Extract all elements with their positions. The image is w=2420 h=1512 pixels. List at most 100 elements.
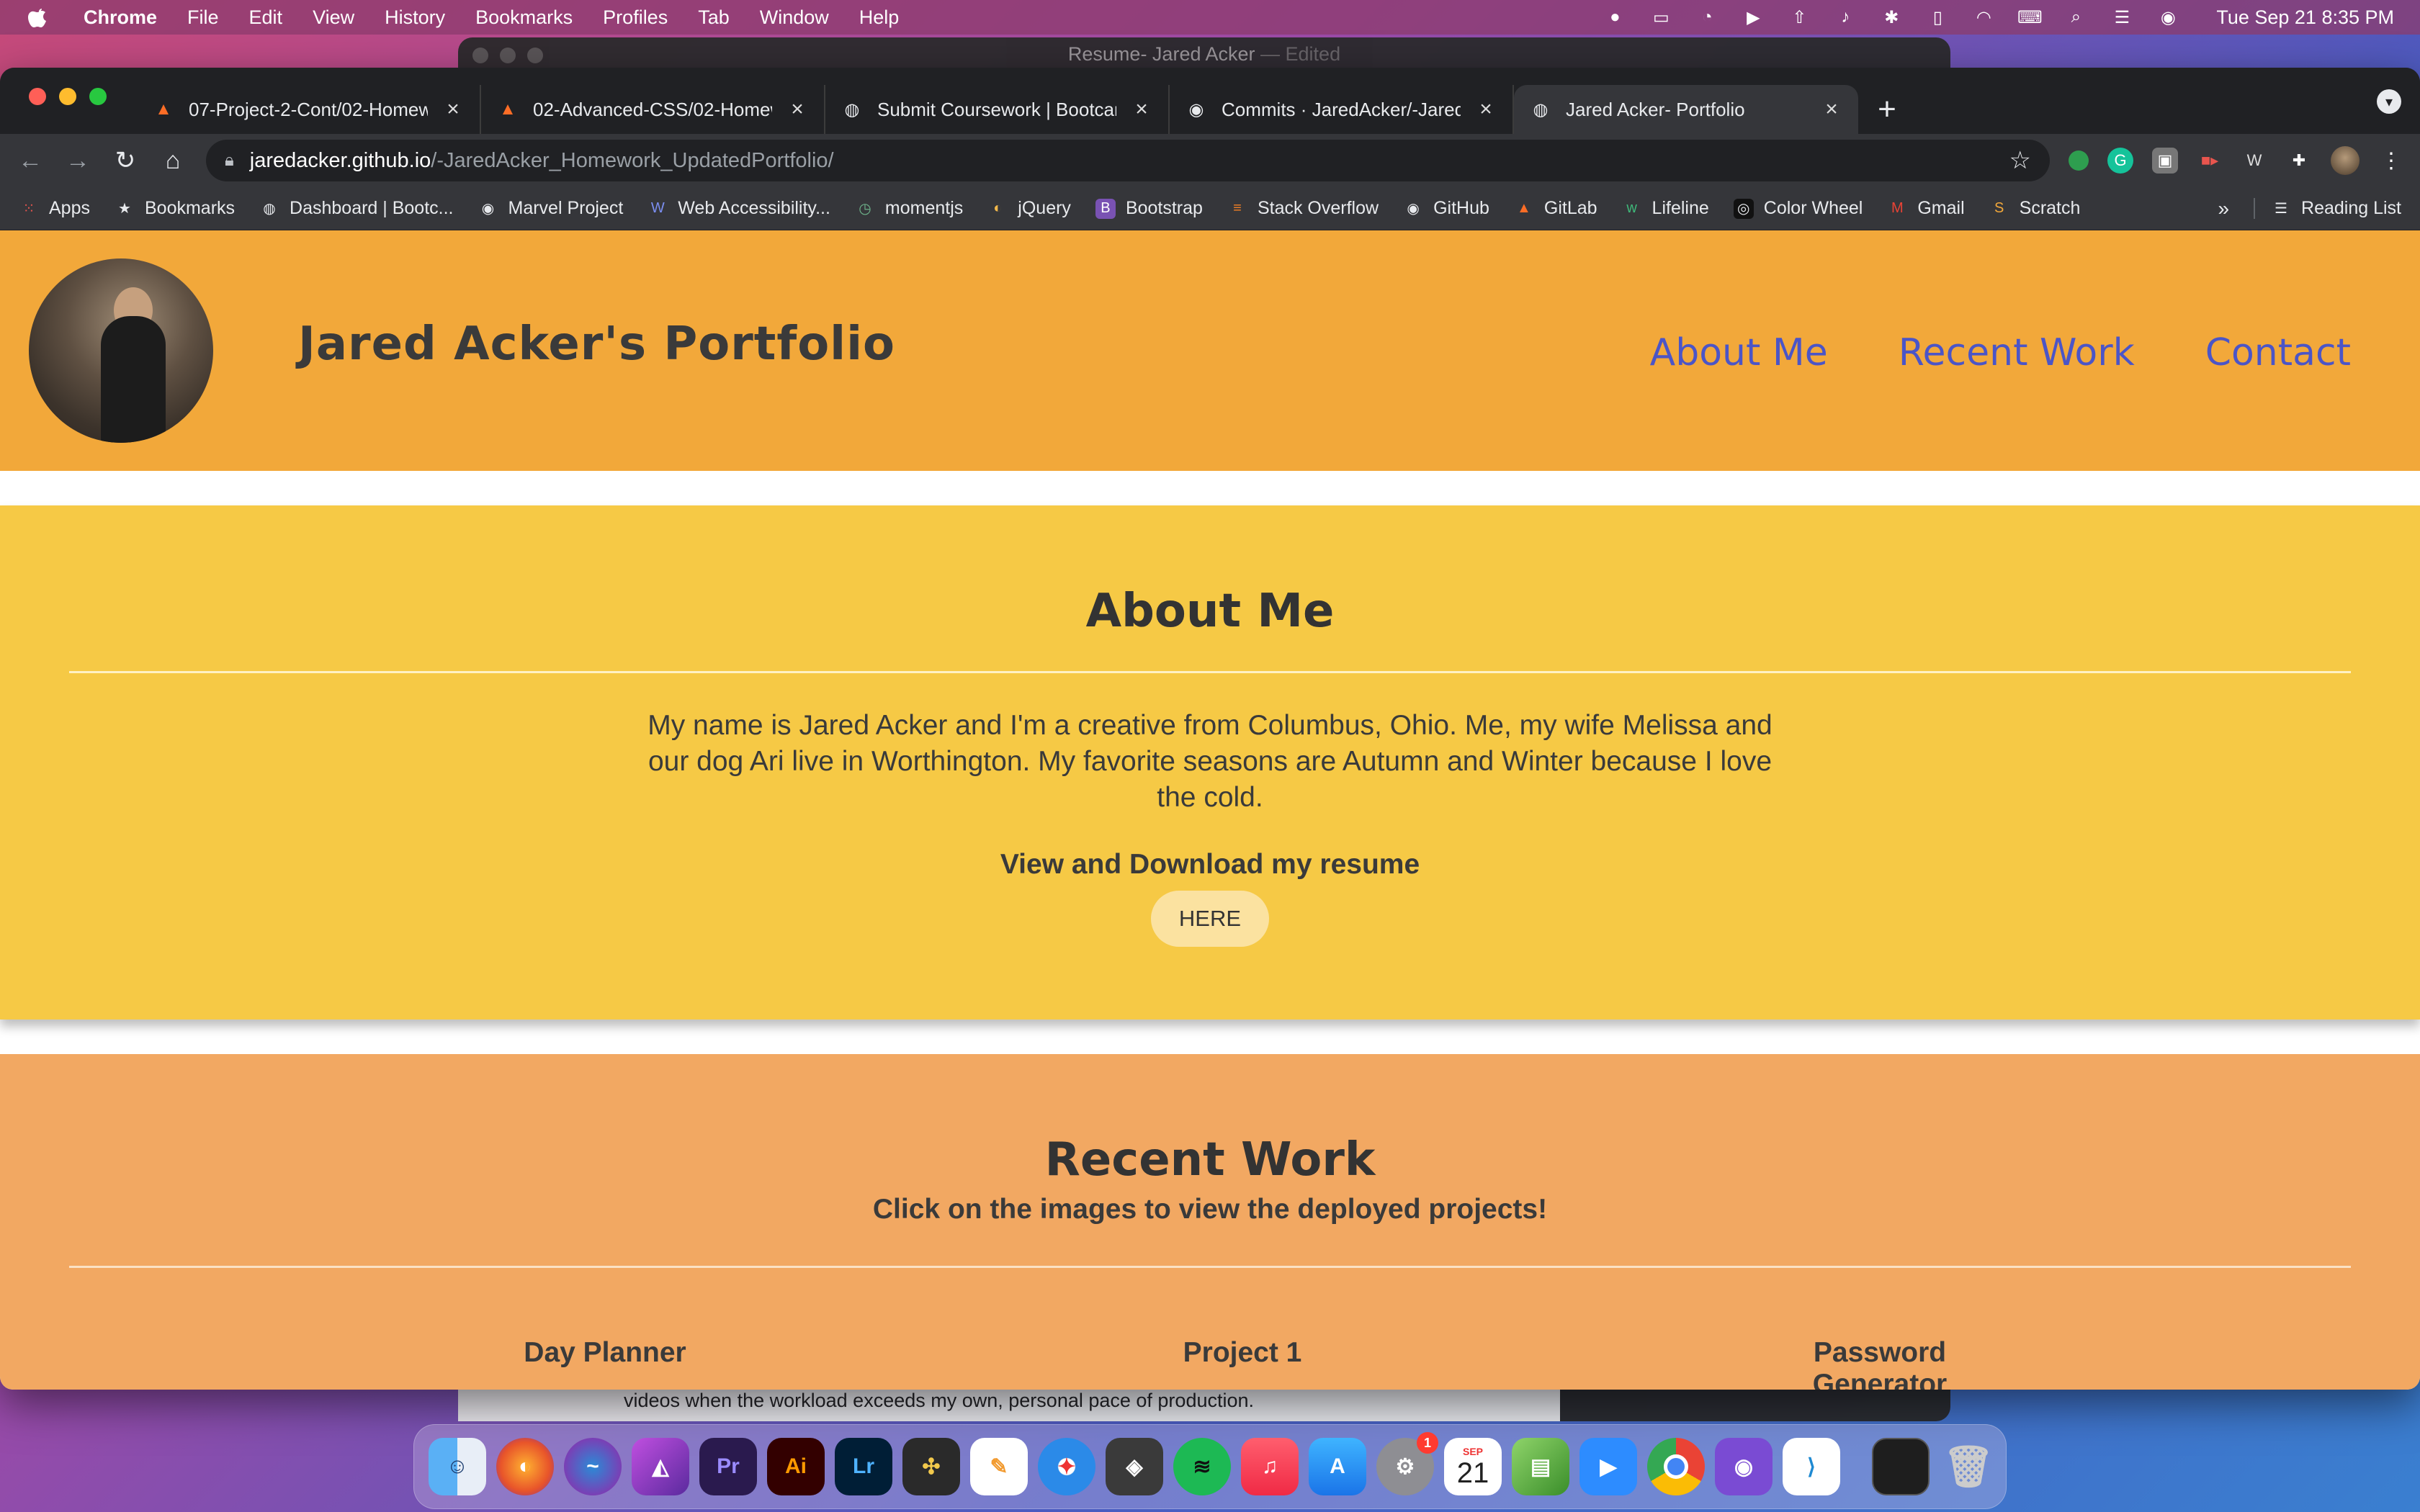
background-window-titlebar[interactable]: Resume- Jared Acker — Edited xyxy=(458,37,1950,71)
bookmark-apps[interactable]: ⁙ Apps xyxy=(19,198,90,219)
wifi-icon[interactable]: ◠ xyxy=(1971,7,1996,27)
siri-icon[interactable]: ◉ xyxy=(2156,7,2180,27)
apple-menu-icon[interactable] xyxy=(26,6,49,29)
project-day-planner-label[interactable]: Day Planner xyxy=(497,1337,713,1390)
page-viewport[interactable]: Jared Acker's Portfolio About Me Recent … xyxy=(0,230,2420,1390)
home-icon[interactable]: ⌂ xyxy=(158,146,187,175)
puzzle-extensions-icon[interactable]: ✚ xyxy=(2286,148,2312,174)
spotify-icon[interactable]: ≋ xyxy=(1173,1438,1231,1495)
tab-close-icon[interactable]: × xyxy=(442,97,464,122)
address-bar[interactable]: 🔒︎ jaredacker.github.io/-JaredAcker_Home… xyxy=(206,140,2050,181)
zoom-icon[interactable]: ▶ xyxy=(1579,1438,1637,1495)
bookmark-dashboard[interactable]: ◍ Dashboard | Bootc... xyxy=(259,198,453,219)
firefox-icon[interactable]: ◐ xyxy=(496,1438,554,1495)
bookmark-jquery[interactable]: ◐ jQuery xyxy=(987,198,1071,219)
tab-close-icon[interactable]: × xyxy=(786,97,808,122)
back-arrow-icon[interactable]: ← xyxy=(16,146,45,175)
close-window-button[interactable] xyxy=(29,88,46,105)
menu-view[interactable]: View xyxy=(313,6,354,29)
menu-window[interactable]: Window xyxy=(760,6,829,29)
bookmark-stack-overflow[interactable]: ≡ Stack Overflow xyxy=(1227,198,1379,219)
movie-maker-icon[interactable]: ▤ xyxy=(1512,1438,1569,1495)
bookmark-gitlab[interactable]: ▲ GitLab xyxy=(1514,198,1597,219)
lightroom-icon[interactable]: Lr xyxy=(835,1438,892,1495)
bookmark-star-icon[interactable]: ☆ xyxy=(2009,146,2031,175)
bookmark-bootstrap[interactable]: B Bootstrap xyxy=(1095,198,1203,219)
play-icon[interactable]: ▶ xyxy=(1741,7,1765,27)
bookmark-marvel-project[interactable]: ◉ Marvel Project xyxy=(478,198,624,219)
spotlight-search-icon[interactable]: ⌕ xyxy=(2063,7,2088,27)
recent-window-thumbnail-icon[interactable] xyxy=(1872,1438,1930,1495)
tab-search-icon[interactable]: ▾ xyxy=(2377,89,2401,114)
bookmarks-overflow-chevron[interactable]: » xyxy=(2218,197,2229,220)
safari-icon[interactable]: ✦ xyxy=(1038,1438,1095,1495)
zoom-window-button[interactable] xyxy=(89,88,107,105)
pages-icon[interactable]: ✎ xyxy=(970,1438,1028,1495)
nav-link-recent-work[interactable]: Recent Work xyxy=(1899,331,2135,374)
davinci-resolve-icon[interactable]: ✣ xyxy=(902,1438,960,1495)
project-1-label[interactable]: Project 1 xyxy=(1134,1337,1350,1390)
reading-list-button[interactable]: ☰ Reading List xyxy=(2254,198,2401,219)
compressor-icon[interactable]: ◈ xyxy=(1106,1438,1163,1495)
menu-edit[interactable]: Edit xyxy=(249,6,283,29)
upload-icon[interactable]: ⇧ xyxy=(1787,7,1811,27)
system-preferences-icon[interactable]: ⚙ 1 xyxy=(1376,1432,1438,1495)
music-icon[interactable]: ♫ xyxy=(1241,1438,1299,1495)
tab-portfolio-active[interactable]: ◍ Jared Acker- Portfolio × xyxy=(1514,85,1858,134)
bookmark-gmail[interactable]: M Gmail xyxy=(1887,198,1965,219)
tab-gitlab-advanced-css[interactable]: ▲ 02-Advanced-CSS/02-Homew × xyxy=(481,85,825,134)
bookmark-bookmarks[interactable]: ★ Bookmarks xyxy=(115,198,235,219)
menu-file[interactable]: File xyxy=(187,6,219,29)
bluetooth-icon[interactable]: ✱ xyxy=(1879,7,1904,27)
extension-gray-icon[interactable]: ▣ xyxy=(2152,148,2178,174)
control-center-icon[interactable]: ☰ xyxy=(2110,7,2134,27)
video-extension-icon[interactable]: ■▸ xyxy=(2197,148,2223,174)
app-store-icon[interactable]: A xyxy=(1309,1438,1366,1495)
forward-arrow-icon[interactable]: → xyxy=(63,146,92,175)
calendar-icon[interactable]: SEP 21 xyxy=(1444,1438,1502,1495)
tab-submit-coursework[interactable]: ◍ Submit Coursework | Bootcamp × xyxy=(825,85,1170,134)
keyboard-icon[interactable]: ⌨ xyxy=(2017,7,2043,27)
menubar-clock[interactable]: Tue Sep 21 8:35 PM xyxy=(2216,6,2394,29)
tab-close-icon[interactable]: × xyxy=(1131,97,1152,122)
trash-icon[interactable]: 🗑︎ xyxy=(1940,1438,1997,1495)
chrome-icon[interactable] xyxy=(1647,1438,1705,1495)
reload-icon[interactable]: ↻ xyxy=(111,146,140,175)
time-machine-icon[interactable]: ◔ xyxy=(1695,7,1719,27)
bookmark-github[interactable]: ◉ GitHub xyxy=(1403,198,1489,219)
profile-avatar[interactable] xyxy=(2331,146,2360,175)
menu-app-name[interactable]: Chrome xyxy=(84,6,157,29)
tab-close-icon[interactable]: × xyxy=(1475,97,1497,122)
camera-icon[interactable]: ● xyxy=(1603,7,1627,27)
minimize-window-button[interactable] xyxy=(59,88,76,105)
premiere-pro-icon[interactable]: Pr xyxy=(699,1438,757,1495)
affinity-photo-icon[interactable]: ◭ xyxy=(632,1438,689,1495)
vscode-icon[interactable]: ⟩ xyxy=(1783,1438,1840,1495)
menu-tab[interactable]: Tab xyxy=(698,6,730,29)
bookmark-momentjs[interactable]: ◷ momentjs xyxy=(855,198,963,219)
menu-history[interactable]: History xyxy=(385,6,445,29)
wave-extension-icon[interactable]: W xyxy=(2241,148,2267,174)
tab-github-commits[interactable]: ◉ Commits · JaredAcker/-JaredA × xyxy=(1170,85,1514,134)
lock-icon[interactable]: 🔒︎ xyxy=(225,150,234,171)
nav-link-contact[interactable]: Contact xyxy=(2205,331,2351,374)
bookmark-web-accessibility[interactable]: W Web Accessibility... xyxy=(647,198,830,219)
battery-icon[interactable]: ▯ xyxy=(1925,7,1950,27)
menu-help[interactable]: Help xyxy=(859,6,900,29)
siri-icon[interactable]: ~ xyxy=(564,1438,622,1495)
resume-download-button[interactable]: HERE xyxy=(1151,891,1269,947)
finder-icon[interactable]: ☺ xyxy=(429,1438,486,1495)
new-tab-button[interactable]: + xyxy=(1858,85,1916,134)
github-desktop-icon[interactable]: ◉ xyxy=(1715,1438,1773,1495)
menu-profiles[interactable]: Profiles xyxy=(603,6,668,29)
nav-link-about-me[interactable]: About Me xyxy=(1650,331,1828,374)
volume-icon[interactable]: ♪ xyxy=(1833,7,1857,27)
wd-drive-icon[interactable]: ▭ xyxy=(1649,7,1673,27)
menu-bookmarks[interactable]: Bookmarks xyxy=(475,6,573,29)
tab-gitlab-project2[interactable]: ▲ 07-Project-2-Cont/02-Homew × xyxy=(137,85,481,134)
bookmark-scratch[interactable]: S Scratch xyxy=(1989,198,2080,219)
bookmark-color-wheel[interactable]: ◎ Color Wheel xyxy=(1733,198,1863,219)
bookmark-lifeline[interactable]: w Lifeline xyxy=(1622,198,1708,219)
more-menu-icon[interactable]: ⋮ xyxy=(2378,148,2404,174)
extension-green-dot-icon[interactable] xyxy=(2069,150,2089,171)
